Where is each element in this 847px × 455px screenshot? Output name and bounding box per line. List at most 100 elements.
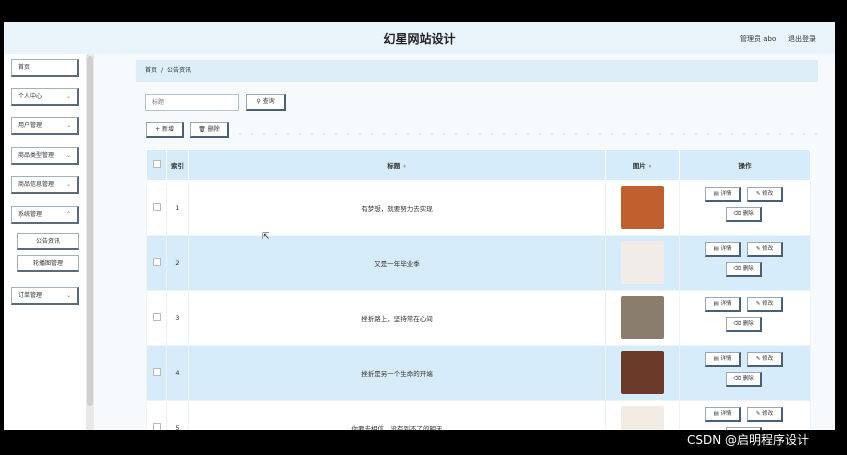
pencil-icon: ✎ (755, 356, 761, 362)
row-index: 2 (166, 235, 189, 291)
batch-delete-button[interactable]: 🗑 删除 (190, 122, 229, 138)
select-all-cell (146, 149, 167, 181)
sidebar-subitem-label: 轮播图管理 (32, 260, 63, 267)
row-actions-cell: ▤ 详情✎ 修改⌫ 删除 (679, 400, 811, 430)
sidebar-item-orders[interactable]: 订单管理 ⌄ (11, 287, 79, 305)
edit-button[interactable]: ✎ 修改 (747, 352, 783, 367)
row-thumbnail-image (621, 350, 664, 394)
detail-button[interactable]: ▤ 详情 (705, 352, 741, 367)
column-header-index: 索引 (166, 149, 189, 181)
detail-button[interactable]: ▤ 详情 (705, 242, 741, 257)
pencil-icon: ✎ (755, 301, 761, 307)
breadcrumb: 首页 / 公告资讯 (136, 60, 818, 82)
column-header-title[interactable]: 标题 ♦ (188, 149, 606, 181)
row-index: 3 (166, 290, 189, 346)
chevron-up-icon: ⌃ (65, 211, 71, 218)
pencil-icon: ✎ (755, 191, 761, 197)
search-button[interactable]: ⚲ 查询 (246, 94, 286, 111)
row-delete-button[interactable]: ⌫ 删除 (726, 262, 762, 277)
table-row[interactable]: 1 有梦想，就要努力去实现 ▤ 详情 ✎ 修改 ⌫ 删除 (146, 180, 811, 236)
detail-button[interactable]: ▤ 详情 (705, 297, 741, 312)
row-delete-button[interactable]: ⌫ 删除 (726, 372, 762, 387)
table-row[interactable]: 2 又是一年毕业季 ▤ 详情 ✎ 修改 ⌫ 删除 (146, 235, 811, 291)
edit-button-label: 修改 (762, 191, 774, 197)
detail-button[interactable]: ▤ 详情 (705, 407, 741, 422)
sidebar-item-label: 商品类型管理 (18, 152, 55, 159)
table-header-row: 索引 标题 ♦ 图片 ♦ 操作 (146, 149, 811, 181)
row-index: 5 (166, 400, 189, 430)
table-row[interactable]: 4 挫折是另一个生命的开端 ▤ 详情 ✎ 修改 ⌫ 删除 (146, 345, 811, 401)
row-delete-button-label: 删除 (742, 266, 754, 272)
row-checkbox[interactable] (152, 313, 161, 321)
edit-button[interactable]: ✎ 修改 (747, 407, 783, 422)
detail-button-label: 详情 (720, 191, 732, 197)
edit-button[interactable]: ✎ 修改 (747, 242, 783, 257)
chevron-down-icon: ⌄ (65, 122, 71, 129)
add-button[interactable]: + 新增 (146, 122, 184, 138)
select-all-checkbox[interactable] (152, 160, 161, 168)
trash-icon: ⌫ (733, 211, 741, 217)
row-checkbox[interactable] (152, 423, 161, 430)
row-index: 1 (166, 180, 189, 236)
watermark: CSDN @启明程序设计 (687, 433, 810, 447)
detail-button[interactable]: ▤ 详情 (705, 187, 741, 202)
row-thumbnail-image (621, 185, 664, 229)
search-button-label: 查询 (262, 98, 275, 105)
chevron-down-icon: ⌄ (65, 292, 71, 299)
edit-button-label: 修改 (762, 356, 774, 362)
logout-link[interactable]: 退出登录 (788, 34, 816, 44)
sidebar-subitem-label: 公告资讯 (35, 238, 60, 245)
row-title: 你要去相信，没有到不了的明天 (188, 400, 606, 430)
row-checkbox[interactable] (152, 203, 161, 211)
main-content: 首页/公告资讯 ⚲ 查询 + 新增 🗑 删除 索引 标题♦ 图片♦ 操作 1有梦… (94, 54, 835, 430)
trash-icon: ⌫ (733, 376, 741, 382)
pencil-icon: ✎ (755, 246, 761, 252)
mouse-cursor-icon: ⇱ (262, 232, 270, 242)
sidebar-item-home[interactable]: 首页 (11, 59, 79, 77)
chevron-down-icon: ⌄ (65, 93, 71, 100)
sidebar: 首页 个人中心 ⌄ 用户管理 ⌄ 商品类型管理 ⌄ 商品信息管理 ⌄ 系统管理 … (4, 54, 86, 430)
row-image-cell (605, 400, 680, 430)
trash-icon: 🗑 (198, 126, 206, 133)
row-checkbox[interactable] (152, 258, 161, 266)
table-row[interactable]: 5你要去相信，没有到不了的明天▤ 详情✎ 修改⌫ 删除 (146, 400, 811, 430)
column-header-image[interactable]: 图片 ♦ (605, 149, 680, 181)
search-icon: ⚲ (256, 98, 261, 105)
row-delete-button[interactable]: ⌫ 删除 (726, 317, 762, 332)
document-icon: ▤ (713, 301, 719, 307)
sidebar-subitem-announcements[interactable]: 公告资讯 (17, 233, 79, 250)
breadcrumb-home[interactable]: 首页 (145, 67, 157, 74)
edit-button[interactable]: ✎ 修改 (747, 187, 783, 202)
sidebar-item-users[interactable]: 用户管理 ⌄ (11, 117, 79, 135)
search-input[interactable] (145, 94, 239, 111)
row-checkbox[interactable] (152, 368, 161, 376)
chevron-down-icon: ⌄ (65, 152, 71, 159)
document-icon: ▤ (713, 246, 719, 252)
table-row[interactable]: 3 挫折路上，坚持常在心间 ▤ 详情 ✎ 修改 ⌫ 删除 (146, 290, 811, 346)
sort-icon[interactable]: ♦ (648, 164, 652, 170)
row-actions-cell: ▤ 详情 ✎ 修改 ⌫ 删除 (679, 290, 811, 346)
edit-button-label: 修改 (762, 301, 774, 307)
row-image-cell (605, 345, 680, 401)
sidebar-item-system[interactable]: 系统管理 ⌃ (11, 206, 79, 224)
detail-button-label: 详情 (720, 356, 732, 362)
edit-button[interactable]: ✎ 修改 (747, 297, 783, 312)
sidebar-subitem-carousel[interactable]: 轮播图管理 (17, 255, 79, 272)
table-body: 1 有梦想，就要努力去实现 ▤ 详情 ✎ 修改 ⌫ 删除 2 又是一年毕业季 ▤ 详情 ✎ 修改… (146, 180, 811, 430)
add-button-label: 新增 (161, 126, 174, 133)
sidebar-item-label: 系统管理 (18, 211, 43, 218)
row-title: 有梦想，就要努力去实现 (188, 180, 606, 236)
pencil-icon: ✎ (755, 411, 761, 417)
sort-icon[interactable]: ♦ (402, 164, 406, 170)
sidebar-item-label: 商品信息管理 (18, 181, 55, 188)
sidebar-scrollbar-thumb[interactable] (87, 56, 93, 406)
sidebar-scrollbar[interactable] (86, 54, 94, 430)
sidebar-item-products[interactable]: 商品信息管理 ⌄ (11, 176, 79, 194)
app-title: 幻星网站设计 (383, 32, 456, 46)
breadcrumb-current: 公告资讯 (167, 67, 192, 74)
row-select-cell (146, 345, 167, 401)
row-delete-button[interactable]: ⌫ 删除 (726, 207, 762, 222)
sidebar-item-profile[interactable]: 个人中心 ⌄ (11, 88, 79, 106)
sidebar-item-product-types[interactable]: 商品类型管理 ⌄ (11, 147, 79, 165)
delete-button-label: 删除 (207, 126, 220, 133)
